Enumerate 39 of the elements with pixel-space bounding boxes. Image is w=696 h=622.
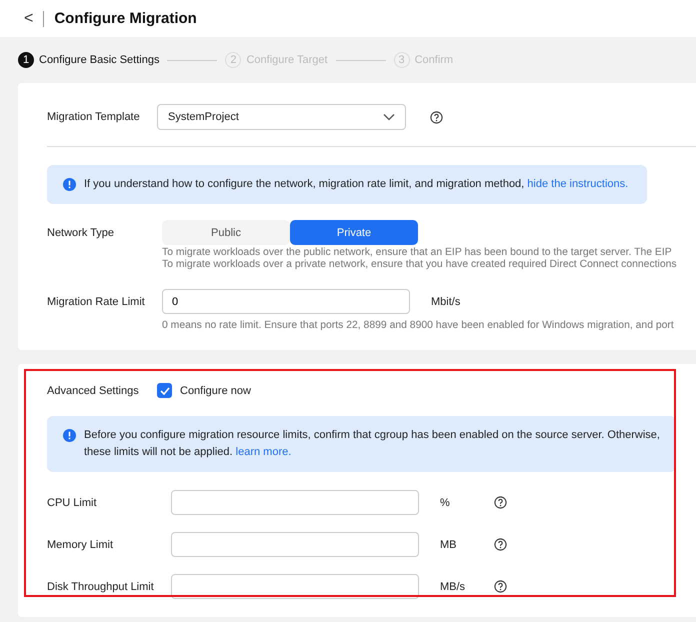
- help-icon[interactable]: [494, 580, 507, 593]
- help-icon[interactable]: [494, 496, 507, 509]
- back-button[interactable]: <: [24, 10, 34, 28]
- field-label: CPU Limit: [47, 496, 98, 508]
- rate-limit-input[interactable]: 0: [162, 289, 410, 314]
- checkmark-icon: [160, 386, 170, 394]
- template-dropdown[interactable]: SystemProject: [157, 104, 406, 130]
- checkbox-label: Configure now: [180, 384, 251, 396]
- notice-text: If you understand how to configure the network, migration rate limit, and migration method, hide the instructions.: [84, 177, 628, 192]
- step-label: Configure Basic Settings: [39, 54, 160, 66]
- help-icon[interactable]: [430, 110, 443, 124]
- help-icon[interactable]: [494, 538, 507, 551]
- hint-text: To migrate workloads over the public network, ensure that an EIP has been bound to the target server. The EIP: [162, 247, 673, 259]
- field-label: Advanced Settings: [47, 384, 140, 396]
- notice-text: Before you configure migration resource limits, confirm that cgroup has been enabled on the source server. Otherwise, these limits will not be applied. learn more.: [84, 428, 660, 460]
- page-title: Configure Migration: [54, 10, 197, 27]
- caret-icon: [383, 113, 395, 121]
- info-icon: [63, 178, 76, 191]
- info-icon: [63, 429, 76, 442]
- field-label: Disk Throughput Limit: [47, 580, 155, 592]
- field-label: Migration Rate Limit: [47, 296, 146, 308]
- limit-input[interactable]: [171, 574, 419, 599]
- field-label: Migration Template: [47, 111, 141, 123]
- hint-text: 0 means no rate limit. Ensure that ports 22, 8899 and 8900 have been enabled for Windows migration, and port: [162, 320, 675, 332]
- network-option[interactable]: Public: [162, 220, 290, 245]
- learn-more-link[interactable]: learn more.: [236, 446, 292, 458]
- hint-text: To migrate workloads over a private network, ensure that you have created required Direct Connect connections: [162, 259, 678, 271]
- unit-label: %: [440, 496, 451, 508]
- unit-label: MB: [440, 538, 458, 550]
- limit-input[interactable]: [171, 532, 419, 557]
- unit-label: Mbit/s: [431, 296, 460, 308]
- checkbox[interactable]: [157, 383, 172, 398]
- field-label: Network Type: [47, 226, 116, 238]
- field-label: Memory Limit: [47, 538, 114, 550]
- hide-instructions-link[interactable]: hide the instructions.: [527, 178, 628, 190]
- limit-input[interactable]: [171, 490, 419, 515]
- unit-label: MB/s: [440, 580, 466, 592]
- network-option[interactable]: Private: [290, 220, 418, 245]
- step-number: 1: [18, 52, 34, 68]
